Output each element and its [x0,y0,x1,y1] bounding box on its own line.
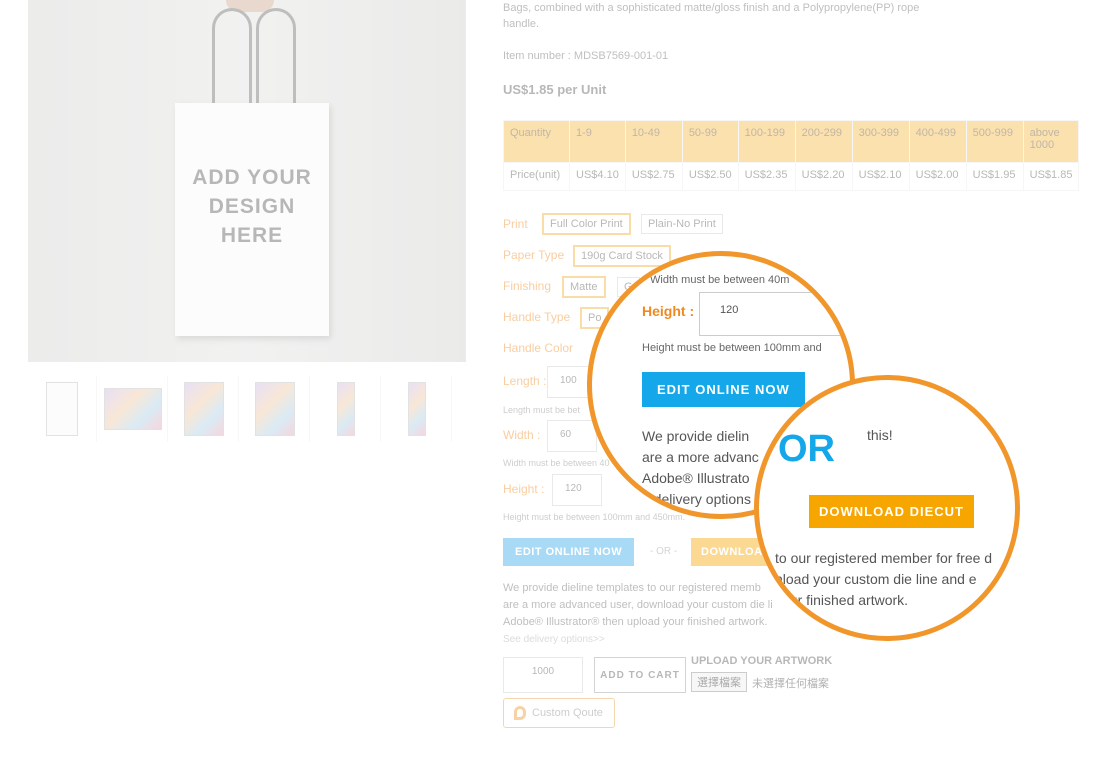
table-header: Quantity [503,120,570,163]
zoom-text-line: nload your custom die line and e [775,571,977,587]
zoom-text-line: are a more advanc [642,449,759,465]
width-label: Width : [503,428,541,442]
zoom-text-end: this! [867,427,893,443]
bag-mockup: ADD YOUR DESIGN HERE [175,103,329,336]
table-cell: 300-399 [851,120,910,163]
thumbnail[interactable] [28,376,97,442]
print-option-full-color[interactable]: Full Color Print [542,213,631,235]
table-cell: 400-499 [908,120,967,163]
width-hint: Width must be between 40 [503,458,610,468]
custom-quote-label: Custom Qoute [532,707,603,719]
zoom-text-line: your finished artwork. [775,592,909,608]
table-cell: 100-199 [737,120,796,163]
paper-type-label: Paper Type [503,248,565,262]
price-table: Quantity 1-9 10-49 50-99 100-199 200-299… [503,120,1080,191]
table-cell: 200-299 [794,120,853,163]
or-separator: - OR - [650,546,678,557]
table-cell: US$4.10 [569,162,626,191]
table-cell: US$2.20 [794,162,853,191]
handle-color-label: Handle Color [503,341,574,355]
info-line: are a more advanced user, download your … [503,599,773,611]
table-cell: US$2.35 [737,162,796,191]
upload-artwork-label: UPLOAD YOUR ARTWORK [691,655,833,667]
table-cell: US$2.10 [851,162,910,191]
or-divider: OR [778,428,835,470]
table-cell: above 1000 [1022,120,1080,163]
zoom-height-label: Height : [642,303,695,319]
table-cell: 50-99 [681,120,739,163]
table-cell: 1-9 [569,120,626,163]
table-cell: US$2.50 [681,162,739,191]
zoom-text-line: Adobe® Illustrato [642,470,750,486]
length-hint: Length must be bet [503,405,581,415]
item-number: Item number : MDSB7569-001-01 [503,50,669,62]
handle-type-label: Handle Type [503,310,571,324]
length-label: Length : [503,374,547,388]
print-option-plain[interactable]: Plain-No Print [641,214,723,234]
table-header: Price(unit) [503,162,570,191]
unit-price: US$1.85 per Unit [503,82,607,97]
dieline-info: We provide dieline templates to our regi… [503,580,803,648]
zoom-text-line: to our registered member for free d [775,550,993,566]
price-table-row: Price(unit) US$4.10 US$2.75 US$2.50 US$2… [503,162,1080,191]
table-cell: 10-49 [624,120,683,163]
zoom-callout-download: this! DOWNLOAD DIECUT to our registered … [754,375,1020,641]
table-cell: US$1.95 [965,162,1024,191]
zoom-width-hint: Width must be between 40m [650,274,790,286]
height-input[interactable]: 120 [552,474,602,506]
finishing-option-matte[interactable]: Matte [562,276,606,298]
custom-quote-button[interactable]: Custom Qoute [503,698,615,728]
bag-handle-right [256,8,296,111]
table-cell: US$2.00 [908,162,967,191]
no-file-text: 未選擇任何檔案 [752,678,829,690]
delivery-options-link[interactable]: See delivery options>> [503,631,803,648]
table-cell: US$1.85 [1022,162,1080,191]
thumbnail[interactable] [170,376,239,442]
paper-option-card-stock[interactable]: 190g Card Stock [573,245,671,267]
bag-handle-left [212,8,252,111]
zoom-text-line: e delivery options [642,491,751,507]
info-line: Adobe® Illustrator® then upload your fin… [503,616,768,628]
zoom-height-input[interactable]: 120 [699,292,850,336]
add-to-cart-button[interactable]: ADD TO CART [594,657,686,693]
product-description: Bags, combined with a sophisticated matt… [503,2,920,30]
thumbnail[interactable] [312,376,381,442]
thumbnail[interactable] [99,376,168,442]
choose-file-button[interactable]: 選擇檔案 [691,672,747,692]
zoom-member-text: to our registered member for free d nloa… [775,548,992,611]
quote-icon [514,706,526,720]
bag-design-text: ADD YOUR DESIGN HERE [192,166,312,247]
height-label: Height : [503,482,545,496]
price-table-header-row: Quantity 1-9 10-49 50-99 100-199 200-299… [503,120,1080,163]
edit-online-button[interactable]: EDIT ONLINE NOW [503,538,635,566]
zoom-height-hint: Height must be between 100mm and [642,342,822,354]
width-input[interactable]: 60 [547,420,597,452]
zoom-edit-online-button[interactable]: EDIT ONLINE NOW [642,372,805,407]
quantity-input[interactable]: 1000 [503,657,583,693]
zoom-text: We provide dielin are a more advanc Adob… [642,426,759,510]
info-line: We provide dieline templates to our regi… [503,582,761,594]
thumbnail-strip [28,376,458,442]
table-cell: 500-999 [965,120,1024,163]
height-hint: Height must be between 100mm and 450mm. [503,512,686,522]
thumbnail[interactable] [383,376,452,442]
thumbnail[interactable] [241,376,310,442]
zoom-text-line: We provide dielin [642,428,750,444]
zoom-download-diecut-button[interactable]: DOWNLOAD DIECUT [809,495,974,528]
finishing-label: Finishing [503,279,552,293]
print-label: Print [503,217,528,231]
table-cell: US$2.75 [624,162,683,191]
